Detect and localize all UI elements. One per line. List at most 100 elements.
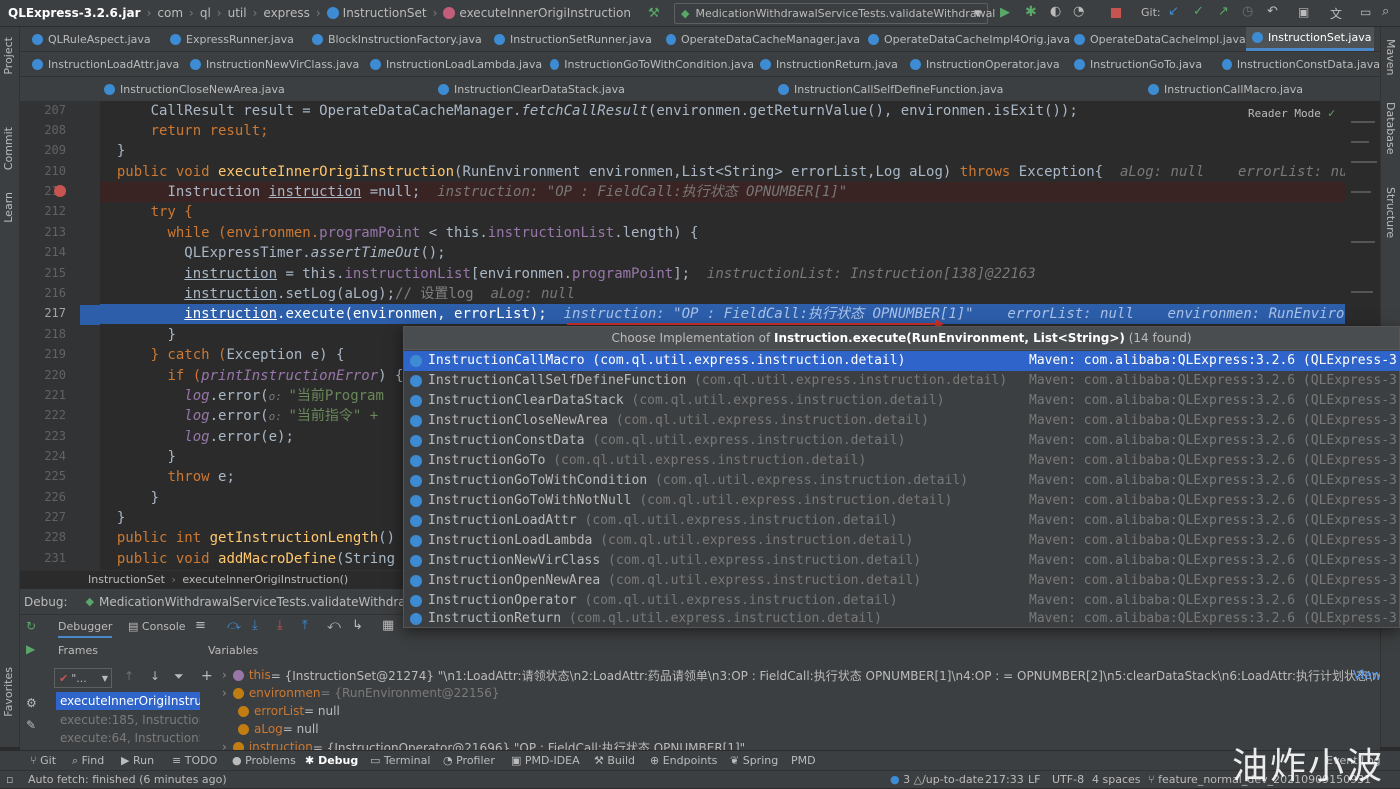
tab-instructionoperator[interactable]: InstructionOperator.java bbox=[904, 52, 1068, 76]
debug-icon[interactable]: ✱ bbox=[1025, 4, 1037, 20]
variable-row[interactable]: › environmen = {RunEnvironment@22156} bbox=[208, 684, 499, 702]
variable-row[interactable]: aLog = null bbox=[208, 720, 319, 738]
structure-tool-button[interactable]: Structure bbox=[1384, 187, 1397, 238]
up-arrow-icon[interactable]: ↑ bbox=[124, 669, 134, 683]
breakpoint-icon[interactable] bbox=[54, 185, 66, 197]
nav-crumb-com[interactable]: com bbox=[153, 0, 187, 27]
file-encoding[interactable]: UTF-8 bbox=[1052, 773, 1084, 786]
tab-operatedatacachemanager[interactable]: OperateDataCacheManager.java bbox=[660, 27, 860, 51]
layout-icon[interactable]: ▭ bbox=[1360, 5, 1371, 19]
nav-project[interactable]: QLExpress-3.2.6.jar bbox=[0, 0, 145, 27]
choose-implementation-popup[interactable]: Choose Implementation of Instruction.exe… bbox=[403, 326, 1400, 628]
variable-row[interactable]: errorList = null bbox=[208, 702, 340, 720]
implementation-item[interactable]: InstructionNewVirClass (com.ql.util.expr… bbox=[404, 551, 1400, 571]
evaluate-icon[interactable]: ▦ bbox=[382, 618, 394, 633]
debug-tool-button[interactable]: ✱ Debug bbox=[305, 754, 358, 767]
run-icon[interactable]: ▶ bbox=[1000, 5, 1010, 20]
run-tool-button[interactable]: ▶ Run bbox=[121, 754, 154, 767]
nav-crumb-express[interactable]: express bbox=[259, 0, 313, 27]
pmd-tool-button[interactable]: PMD bbox=[791, 754, 816, 767]
tab-operatedatacacheimpl4orig[interactable]: OperateDataCacheImpl4Orig.java bbox=[862, 27, 1074, 51]
profile-icon[interactable]: ◔ bbox=[1073, 4, 1084, 19]
frame-item-selected[interactable]: executeInnerOrigiInstruct bbox=[56, 692, 219, 710]
maven-tool-button[interactable]: Maven bbox=[1384, 39, 1397, 75]
editor-crumb-class[interactable]: InstructionSet bbox=[88, 573, 165, 586]
tab-console[interactable]: ▤ Console bbox=[128, 620, 186, 633]
force-step-into-icon[interactable]: ⤓ bbox=[277, 618, 283, 633]
tab-operatedatacacheimpl[interactable]: OperateDataCacheImpl.java bbox=[1068, 27, 1252, 51]
endpoints-tool-button[interactable]: ⊕ Endpoints bbox=[650, 754, 717, 767]
coverage-icon[interactable]: ◐ bbox=[1050, 4, 1061, 19]
editor-crumb-method[interactable]: executeInnerOrigiInstruction() bbox=[182, 573, 348, 586]
tab-instructioncleardatastack[interactable]: InstructionClearDataStack.java bbox=[432, 77, 636, 101]
find-tool-button[interactable]: ⌕ Find bbox=[72, 754, 104, 768]
tab-qlruleaspect[interactable]: QLRuleAspect.java bbox=[26, 27, 184, 51]
step-over-icon[interactable]: ⤼ bbox=[227, 618, 241, 633]
nav-crumb-class[interactable]: InstructionSet bbox=[323, 0, 431, 27]
menu-icon[interactable]: ≡ bbox=[195, 618, 206, 633]
tab-instructionreturn[interactable]: InstructionReturn.java bbox=[754, 52, 904, 76]
implementation-item[interactable]: InstructionGoTo (com.ql.util.express.ins… bbox=[404, 451, 1400, 471]
nav-crumb-method[interactable]: executeInnerOrigiInstruction bbox=[439, 0, 635, 27]
implementation-item[interactable]: InstructionGoToWithCondition (com.ql.uti… bbox=[404, 471, 1400, 491]
tab-instructioncallselfdefinefunction[interactable]: InstructionCallSelfDefineFunction.java bbox=[772, 77, 1008, 101]
project-structure-icon[interactable]: ▣ bbox=[1298, 5, 1309, 19]
step-out-icon[interactable]: ⤒ bbox=[302, 618, 308, 633]
down-arrow-icon[interactable]: ↓ bbox=[150, 669, 160, 683]
variable-row[interactable]: › instruction = {InstructionOperator@2169… bbox=[208, 738, 745, 750]
implementation-item[interactable]: InstructionCallSelfDefineFunction (com.q… bbox=[404, 371, 1400, 391]
implementation-item-selected[interactable]: InstructionCallMacro (com.ql.util.expres… bbox=[404, 351, 1400, 371]
tab-instructioncallmacro[interactable]: InstructionCallMacro.java bbox=[1142, 77, 1312, 101]
vcs-status[interactable]: ● 3 △/up-to-date bbox=[890, 773, 984, 786]
build-tool-button[interactable]: ⚒ Build bbox=[594, 754, 635, 767]
spring-tool-button[interactable]: ❦ Spring bbox=[730, 754, 778, 767]
frame-item[interactable]: execute:64, InstructionSe bbox=[56, 729, 219, 747]
caret-position[interactable]: 217:33 bbox=[985, 773, 1024, 786]
todo-tool-button[interactable]: ≡ TODO bbox=[172, 754, 217, 767]
tab-instructionclosenewarea[interactable]: InstructionCloseNewArea.java bbox=[98, 77, 292, 101]
drop-frame-icon[interactable]: ⤺ bbox=[327, 618, 341, 633]
history-icon[interactable]: ◷ bbox=[1242, 4, 1253, 19]
tab-expressrunner[interactable]: ExpressRunner.java bbox=[164, 27, 314, 51]
tab-instructiongotowithcondition[interactable]: InstructionGoToWithCondition.java bbox=[544, 52, 754, 76]
project-tool-button[interactable]: Project bbox=[2, 37, 15, 75]
nav-crumb-ql[interactable]: ql bbox=[196, 0, 215, 27]
problems-tool-button[interactable]: ● Problems bbox=[232, 754, 296, 767]
git-commit-icon[interactable]: ✓ bbox=[1193, 4, 1204, 19]
implementation-item[interactable]: InstructionReturn (com.ql.util.express.i… bbox=[404, 609, 1400, 627]
implementation-item[interactable]: InstructionOpenNewArea (com.ql.util.expr… bbox=[404, 571, 1400, 591]
stop-icon[interactable] bbox=[1111, 8, 1121, 18]
indent-setting[interactable]: 4 spaces bbox=[1092, 773, 1141, 786]
thread-selector[interactable]: ✔ "... ▼ bbox=[54, 668, 112, 688]
tab-instructionloadattr[interactable]: InstructionLoadAttr.java bbox=[26, 52, 194, 76]
search-icon[interactable]: ⌕ bbox=[1382, 4, 1389, 19]
implementation-item[interactable]: InstructionLoadAttr (com.ql.util.express… bbox=[404, 511, 1400, 531]
variable-row[interactable]: › this = {InstructionSet@21274} "\n1:Load… bbox=[208, 666, 1380, 684]
tab-instructionsetrunner[interactable]: InstructionSetRunner.java bbox=[488, 27, 664, 51]
line-separator[interactable]: LF bbox=[1028, 773, 1040, 786]
settings-icon[interactable]: ⚙ bbox=[26, 696, 37, 710]
implementation-item[interactable]: InstructionGoToWithNotNull (com.ql.util.… bbox=[404, 491, 1400, 511]
database-tool-button[interactable]: Database bbox=[1384, 102, 1397, 155]
nav-crumb-util[interactable]: util bbox=[224, 0, 251, 27]
implementation-item[interactable]: InstructionClearDataStack (com.ql.util.e… bbox=[404, 391, 1400, 411]
implementation-item[interactable]: InstructionLoadLambda (com.ql.util.expre… bbox=[404, 531, 1400, 551]
git-update-icon[interactable]: ↙ bbox=[1168, 4, 1179, 19]
frame-item[interactable]: execute:185, InstructionSe bbox=[56, 711, 219, 729]
step-into-icon[interactable]: ⤓ bbox=[252, 618, 258, 633]
rollback-icon[interactable]: ↶ bbox=[1267, 4, 1278, 19]
tab-instructionnewvirclass[interactable]: InstructionNewVirClass.java bbox=[184, 52, 364, 76]
run-to-cursor-icon[interactable]: ↳ bbox=[352, 618, 363, 633]
tab-instructionconstdata[interactable]: InstructionConstData.java bbox=[1216, 52, 1380, 76]
wrench-icon[interactable]: ✎ bbox=[26, 718, 36, 732]
rerun-icon[interactable]: ↻ bbox=[26, 619, 36, 633]
resume-icon[interactable]: ▶ bbox=[26, 642, 35, 656]
implementation-item[interactable]: InstructionConstData (com.ql.util.expres… bbox=[404, 431, 1400, 451]
filter-icon[interactable]: ⏷ bbox=[174, 669, 184, 684]
debug-session-tab[interactable]: ◆ MedicationWithdrawalServiceTests.valid… bbox=[86, 595, 445, 609]
git-push-icon[interactable]: ↗ bbox=[1218, 4, 1229, 19]
run-config-selector[interactable]: ◆ MedicationWithdrawalServiceTests.valid… bbox=[674, 3, 995, 24]
tab-blockinstructionfactory[interactable]: BlockInstructionFactory.java bbox=[306, 27, 486, 51]
tab-instructionloadlambda[interactable]: InstructionLoadLambda.java bbox=[364, 52, 548, 76]
translate-icon[interactable]: 文 bbox=[1330, 5, 1342, 22]
